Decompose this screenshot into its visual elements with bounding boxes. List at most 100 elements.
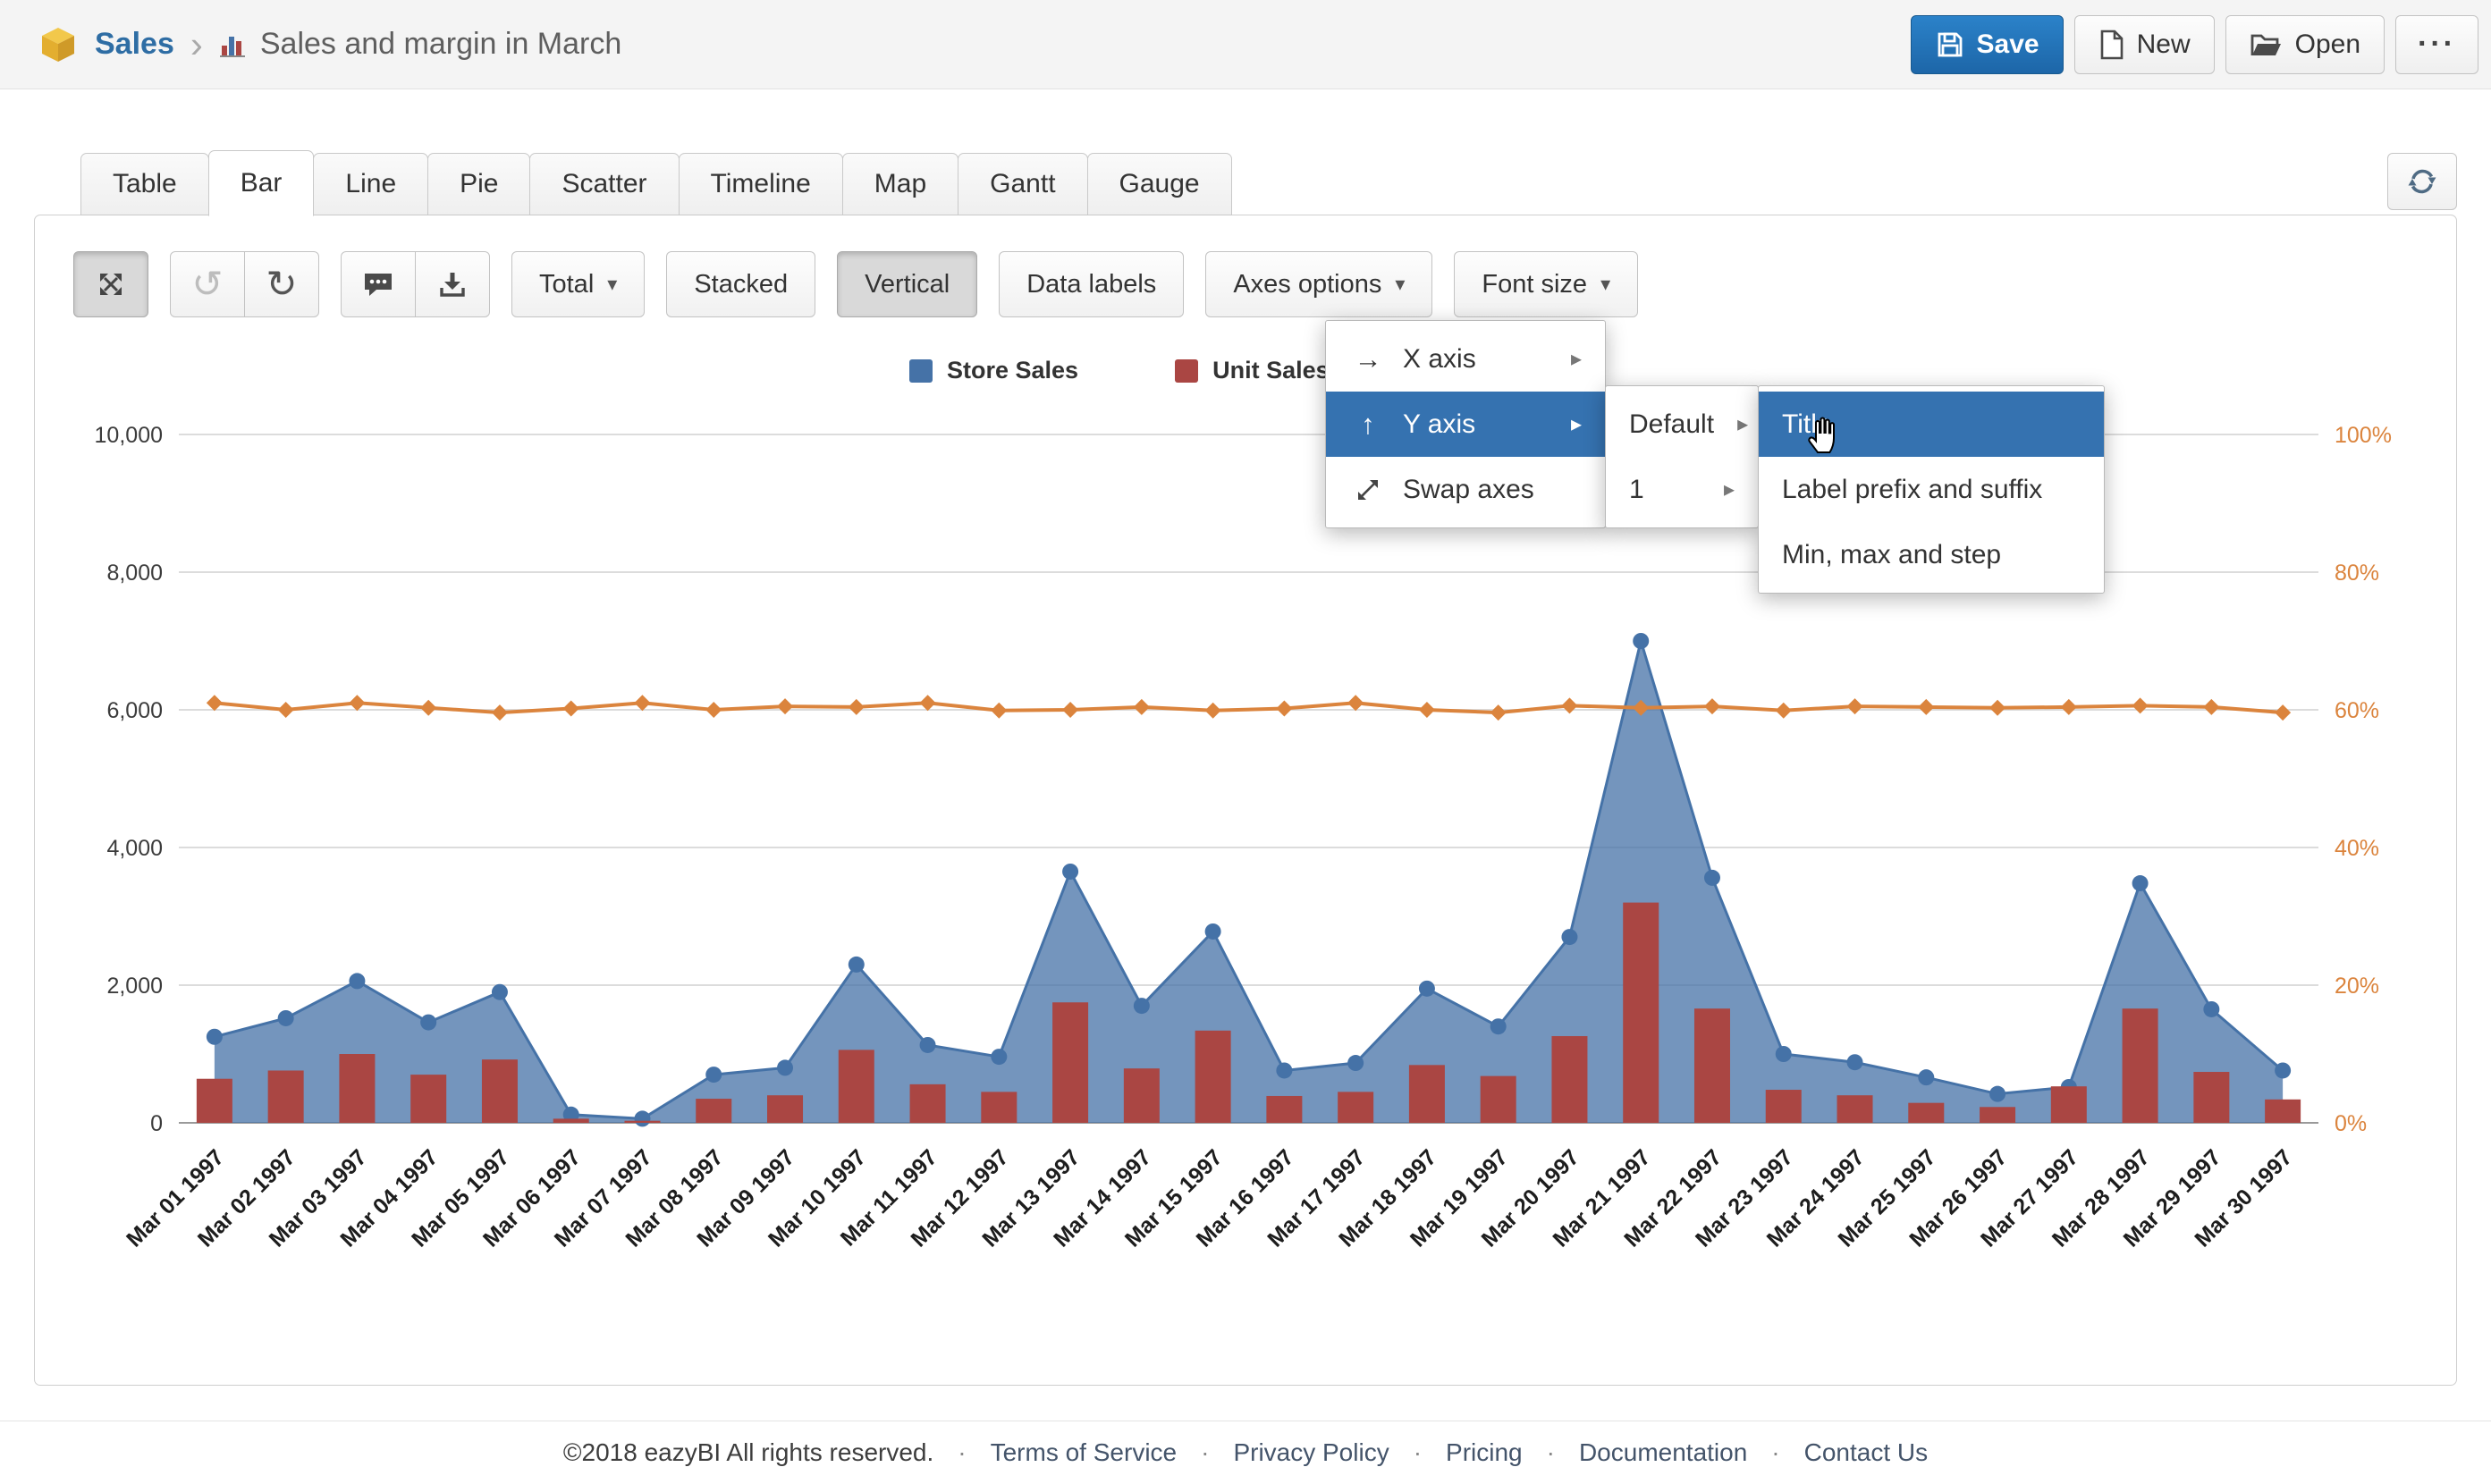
svg-text:80%: 80% — [2335, 561, 2379, 586]
footer-link-pricing[interactable]: Pricing — [1446, 1438, 1523, 1467]
submenu-arrow-icon: ▸ — [1571, 411, 1582, 437]
svg-text:0%: 0% — [2335, 1111, 2367, 1136]
tab-gauge[interactable]: Gauge — [1087, 153, 1232, 215]
footer-separator: · — [958, 1438, 966, 1467]
menu-item-swap-axes[interactable]: Swap axes — [1326, 457, 1605, 522]
svg-text:10,000: 10,000 — [95, 423, 163, 448]
breadcrumb-chevron-icon: › — [190, 26, 203, 63]
font-size-button[interactable]: Font size ▾ — [1454, 251, 1638, 317]
new-button[interactable]: New — [2074, 15, 2215, 74]
save-icon — [1935, 30, 1965, 60]
new-document-icon — [2098, 29, 2125, 61]
breadcrumb-app-link[interactable]: Sales — [95, 27, 174, 62]
tab-scatter[interactable]: Scatter — [529, 153, 679, 215]
menu-item-label-prefix-suffix[interactable]: Label prefix and suffix — [1759, 457, 2104, 522]
stacked-button-label: Stacked — [694, 270, 788, 299]
axes-options-button-label: Axes options — [1233, 270, 1381, 299]
redo-button[interactable]: ↻ — [244, 251, 319, 317]
data-labels-button-label: Data labels — [1026, 270, 1156, 299]
caret-down-icon: ▾ — [607, 273, 617, 296]
export-button[interactable] — [415, 251, 490, 317]
comment-export-group — [341, 251, 490, 317]
copyright-text: ©2018 eazyBI All rights reserved. — [563, 1438, 933, 1467]
page-footer: ©2018 eazyBI All rights reserved. · Term… — [0, 1421, 2491, 1484]
legend-item-unit-sales[interactable]: Unit Sales — [1175, 357, 1330, 384]
save-button[interactable]: Save — [1911, 15, 2064, 74]
menu-item-label: Y axis — [1403, 409, 1475, 440]
report-canvas: 02,0004,0006,0008,00010,0000%20%40%60%80… — [34, 215, 2457, 1386]
menu-item-default[interactable]: Default ▸ — [1606, 392, 1758, 457]
redo-icon: ↻ — [266, 266, 297, 303]
svg-text:20%: 20% — [2335, 974, 2379, 999]
axes-options-button[interactable]: Axes options ▾ — [1205, 251, 1432, 317]
y-axis-default-submenu: Title Label prefix and suffix Min, max a… — [1758, 385, 2105, 594]
comments-button[interactable] — [341, 251, 416, 317]
y-axis-submenu: Default ▸ 1 ▸ — [1605, 385, 1759, 528]
report-title: Sales and margin in March — [260, 27, 621, 62]
svg-text:6,000: 6,000 — [106, 698, 163, 723]
vertical-button-label: Vertical — [865, 270, 950, 299]
menu-item-label: Min, max and step — [1782, 540, 2001, 570]
legend-label-unit-sales: Unit Sales — [1212, 357, 1330, 384]
tab-pie[interactable]: Pie — [427, 153, 530, 215]
open-button[interactable]: Open — [2225, 15, 2385, 74]
refresh-button[interactable] — [2387, 153, 2457, 210]
save-button-label: Save — [1977, 30, 2039, 60]
footer-link-contact-us[interactable]: Contact Us — [1804, 1438, 1929, 1467]
footer-link-documentation[interactable]: Documentation — [1579, 1438, 1747, 1467]
legend-label-store-sales: Store Sales — [947, 357, 1078, 384]
menu-item-axis-1[interactable]: 1 ▸ — [1606, 457, 1758, 522]
data-labels-button[interactable]: Data labels — [999, 251, 1184, 317]
mouse-cursor — [1805, 413, 1843, 454]
undo-icon: ↺ — [191, 266, 223, 303]
more-options-button[interactable]: ··· — [2395, 15, 2478, 74]
footer-separator: · — [1771, 1438, 1779, 1467]
expand-icon — [96, 269, 126, 299]
refresh-icon — [2406, 165, 2438, 198]
menu-item-x-axis[interactable]: → X axis ▸ — [1326, 326, 1605, 392]
stacked-button[interactable]: Stacked — [666, 251, 815, 317]
ellipsis-icon: ··· — [2418, 27, 2456, 62]
chart-legend: Store Sales Unit Sales — [909, 357, 1330, 384]
undo-redo-group: ↺ ↻ — [170, 251, 319, 317]
tab-map[interactable]: Map — [842, 153, 958, 215]
new-button-label: New — [2137, 30, 2191, 60]
tab-timeline[interactable]: Timeline — [679, 153, 843, 215]
footer-separator: · — [1201, 1438, 1209, 1467]
chart-type-tabs: Table Bar Line Pie Scatter Timeline Map … — [34, 150, 2457, 215]
svg-text:0: 0 — [150, 1111, 163, 1136]
tab-bar[interactable]: Bar — [208, 150, 315, 216]
menu-item-label: Label prefix and suffix — [1782, 475, 2042, 505]
eazybi-logo-icon[interactable] — [38, 24, 79, 65]
report-chart-icon — [217, 30, 248, 60]
svg-text:40%: 40% — [2335, 836, 2379, 861]
vertical-button[interactable]: Vertical — [837, 251, 977, 317]
menu-item-label: X axis — [1403, 344, 1476, 375]
total-button-label: Total — [539, 270, 594, 299]
menu-item-label: Default — [1629, 409, 1714, 440]
tab-gantt[interactable]: Gantt — [958, 153, 1087, 215]
footer-link-terms-of-service[interactable]: Terms of Service — [991, 1438, 1178, 1467]
submenu-arrow-icon: ▸ — [1737, 411, 1748, 437]
total-button[interactable]: Total ▾ — [511, 251, 645, 317]
caret-down-icon: ▾ — [1395, 273, 1405, 296]
menu-item-label: 1 — [1629, 475, 1644, 505]
menu-item-min-max-step[interactable]: Min, max and step — [1759, 522, 2104, 587]
fullscreen-button[interactable] — [73, 251, 148, 317]
tab-line[interactable]: Line — [313, 153, 428, 215]
legend-item-store-sales[interactable]: Store Sales — [909, 357, 1078, 384]
font-size-button-label: Font size — [1482, 270, 1587, 299]
undo-button[interactable]: ↺ — [170, 251, 245, 317]
menu-item-y-axis[interactable]: ↑ Y axis ▸ — [1326, 392, 1605, 457]
legend-swatch-store-sales — [909, 359, 933, 383]
submenu-arrow-icon: ▸ — [1724, 476, 1735, 502]
open-button-label: Open — [2295, 30, 2360, 60]
svg-text:8,000: 8,000 — [106, 561, 163, 586]
menu-item-label: Swap axes — [1403, 475, 1534, 505]
footer-link-privacy-policy[interactable]: Privacy Policy — [1233, 1438, 1389, 1467]
tab-table[interactable]: Table — [80, 153, 209, 215]
comment-bubble-icon — [362, 269, 394, 299]
swap-axes-icon — [1349, 476, 1387, 503]
x-axis-arrow-icon: → — [1349, 343, 1387, 375]
app-header: Sales › Sales and margin in March Save — [0, 0, 2491, 89]
